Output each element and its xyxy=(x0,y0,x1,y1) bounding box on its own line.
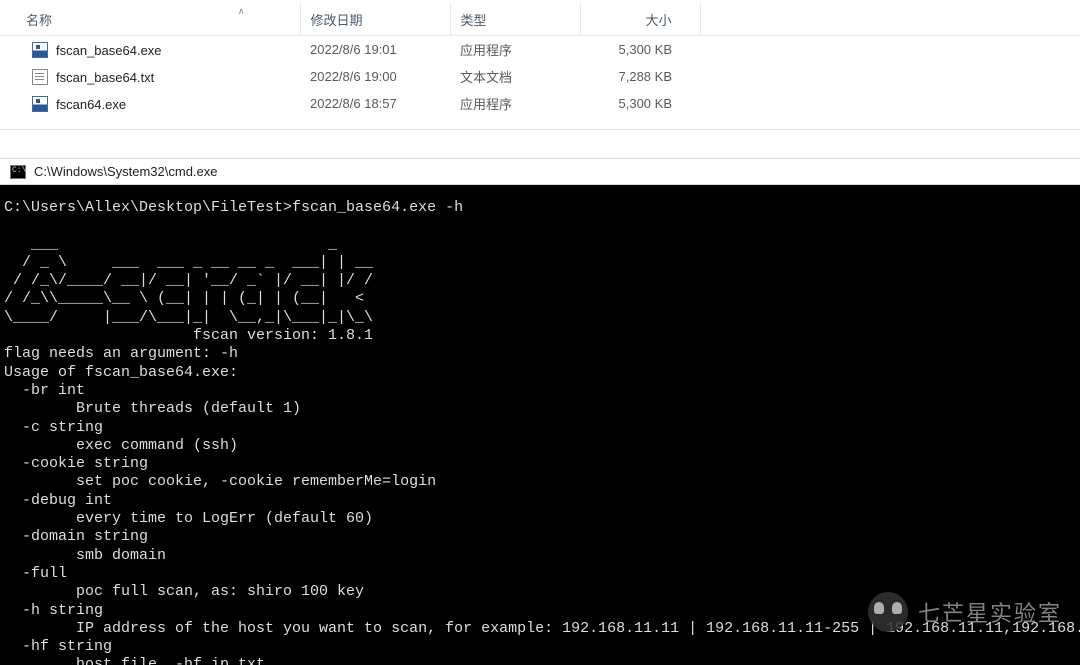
sort-indicator-icon: ∧ xyxy=(238,6,245,17)
file-size: 5,300 KB xyxy=(580,90,700,117)
watermark: 七芒星实验室 xyxy=(868,592,1062,632)
exe-icon xyxy=(32,42,48,58)
separator-gap xyxy=(0,130,1080,158)
file-date: 2022/8/6 18:57 xyxy=(300,90,450,117)
file-type: 应用程序 xyxy=(450,90,580,117)
file-name: fscan_base64.exe xyxy=(56,43,162,58)
file-size: 7,288 KB xyxy=(580,63,700,90)
column-header-type[interactable]: 类型 xyxy=(450,4,580,36)
column-header-name[interactable]: 名称 ∧ xyxy=(0,4,300,36)
file-date: 2022/8/6 19:00 xyxy=(300,63,450,90)
column-header-name-label: 名称 xyxy=(26,13,52,28)
cmd-titlebar[interactable]: C:\Windows\System32\cmd.exe xyxy=(0,158,1080,185)
cmd-title-text: C:\Windows\System32\cmd.exe xyxy=(34,164,218,179)
column-spacer xyxy=(700,4,1080,36)
table-row[interactable]: fscan64.exe 2022/8/6 18:57 应用程序 5,300 KB xyxy=(0,90,1080,117)
table-row[interactable]: fscan_base64.txt 2022/8/6 19:00 文本文档 7,2… xyxy=(0,63,1080,90)
file-date: 2022/8/6 19:01 xyxy=(300,36,450,64)
file-type: 文本文档 xyxy=(450,63,580,90)
file-name: fscan64.exe xyxy=(56,97,126,112)
watermark-text: 七芒星实验室 xyxy=(918,596,1062,628)
watermark-logo-icon xyxy=(868,592,908,632)
file-size: 5,300 KB xyxy=(580,36,700,64)
exe-icon xyxy=(32,96,48,112)
file-type: 应用程序 xyxy=(450,36,580,64)
column-header-date[interactable]: 修改日期 xyxy=(300,4,450,36)
file-name: fscan_base64.txt xyxy=(56,70,154,85)
cmd-icon xyxy=(10,165,26,179)
txt-icon xyxy=(32,69,48,85)
file-explorer-pane: 名称 ∧ 修改日期 类型 大小 fscan_base64.exe 2022/8/… xyxy=(0,0,1080,130)
table-row[interactable]: fscan_base64.exe 2022/8/6 19:01 应用程序 5,3… xyxy=(0,36,1080,64)
column-header-size[interactable]: 大小 xyxy=(580,4,700,36)
file-table: 名称 ∧ 修改日期 类型 大小 fscan_base64.exe 2022/8/… xyxy=(0,4,1080,117)
